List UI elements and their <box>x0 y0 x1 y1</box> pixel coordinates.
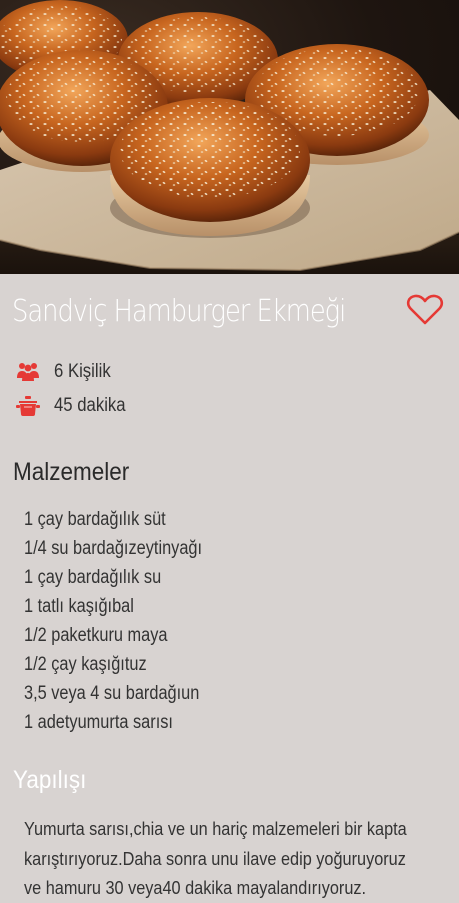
list-item: 1 tatlı kaşığıbal <box>24 596 134 617</box>
list-item: 3,5 veya 4 su bardağıun <box>24 683 200 704</box>
servings-text: 6 Kişilik <box>54 361 111 382</box>
ingredients-heading: Malzemeler <box>13 458 130 486</box>
list-item: 1/2 çay kaşığıtuz <box>24 654 147 675</box>
duration-text: 45 dakika <box>54 395 126 416</box>
favorite-button[interactable] <box>406 294 444 326</box>
duration-row: 45 dakika <box>16 394 135 418</box>
list-item: 1 çay bardağılık süt <box>24 509 166 530</box>
preparation-text: Yumurta sarısı,chia ve un hariç malzemel… <box>24 818 407 898</box>
cooking-pot-icon <box>16 396 40 416</box>
list-item: 1 adetyumurta sarısı <box>24 712 173 733</box>
people-icon <box>17 363 39 381</box>
list-item: 1 çay bardağılık su <box>24 567 162 588</box>
preparation-heading: Yapılışı <box>13 766 87 794</box>
heart-outline-icon <box>406 294 444 325</box>
buns-illustration <box>0 0 459 274</box>
recipe-hero-image <box>0 0 459 274</box>
list-item: 1/4 su bardağızeytinyağı <box>24 538 203 559</box>
recipe-title: Sandviç Hamburger Ekmeği <box>12 294 346 329</box>
list-item: 1/2 paketkuru maya <box>24 625 168 646</box>
servings-row: 6 Kişilik <box>16 360 118 384</box>
